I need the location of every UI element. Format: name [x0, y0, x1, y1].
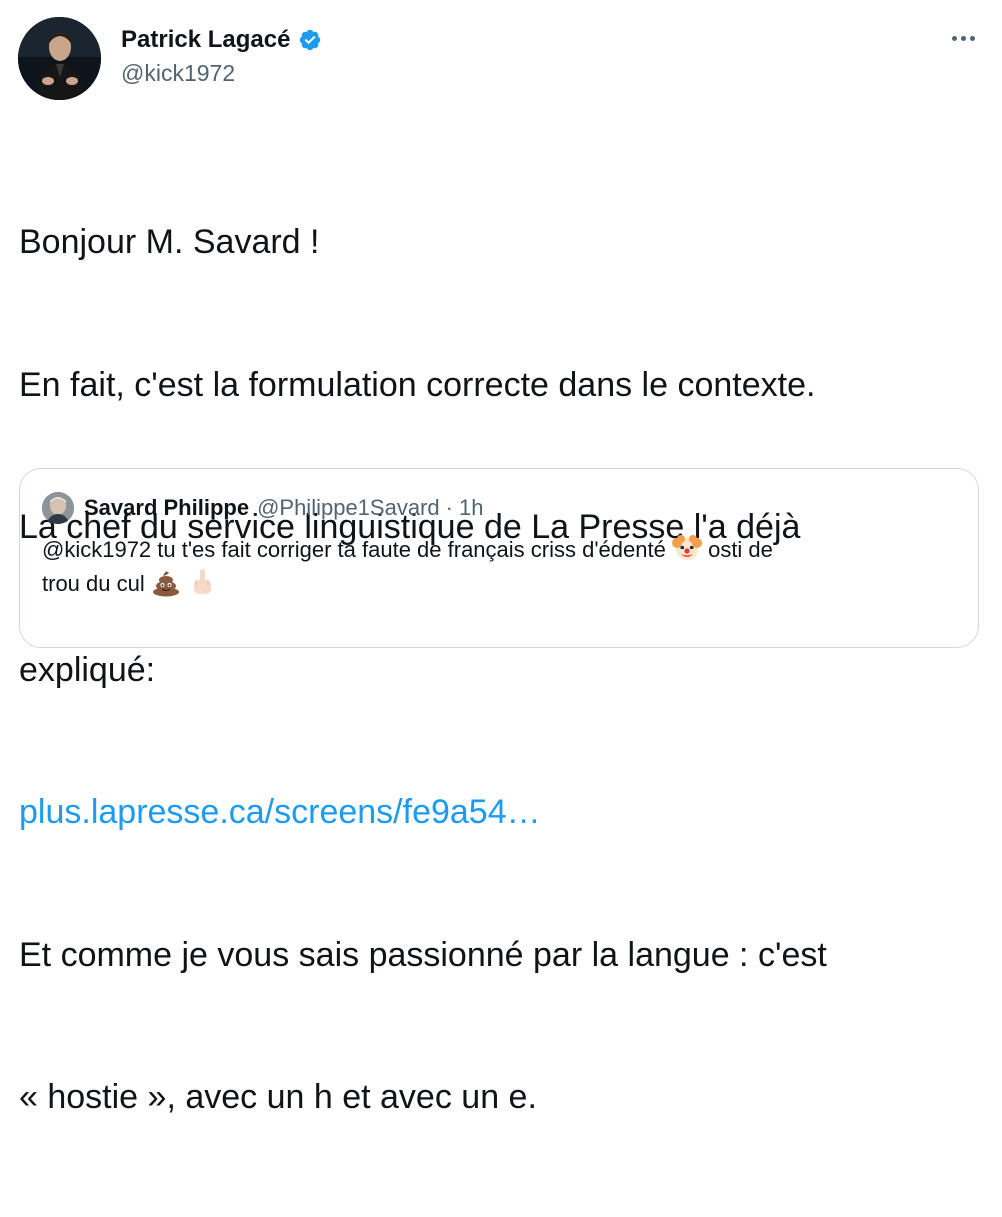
quoted-timestamp: 1h [458, 495, 484, 520]
author-name-row: Patrick Lagacé [121, 24, 322, 56]
quoted-author-handle: @Philippe1Savard [257, 495, 440, 520]
quoted-author-name: Savard Philippe [84, 495, 250, 520]
tweet-text-line: Bonjour M. Savard ! [19, 223, 320, 261]
author-handle[interactable]: @kick1972 [121, 60, 235, 87]
tweet-text-line: expliqué: [19, 650, 156, 689]
author-avatar[interactable] [18, 17, 101, 100]
quoted-text-part: trou du cul [42, 571, 145, 596]
tweet-text-line: En fait, c'est la formulation correcte d… [19, 365, 816, 404]
verified-badge-icon [298, 28, 322, 52]
clown-face-icon [671, 533, 702, 563]
quoted-text-part: osti de [708, 537, 773, 562]
middle-finger-icon [187, 567, 217, 597]
quoted-tweet-header: Savard Philippe @Philippe1Savard · 1h [42, 491, 483, 525]
more-dot [951, 35, 957, 41]
tweet-text-line: Et comme je vous sais passionné par la l… [19, 935, 827, 974]
more-dot [969, 35, 975, 41]
author-name[interactable]: Patrick Lagacé [121, 26, 290, 54]
tweet-text-line: « hostie », avec un h et avec un e. [19, 1078, 537, 1116]
quoted-tweet-text: @kick1972 tu t'es fait corriger ta faute… [42, 533, 942, 601]
more-dot [960, 35, 966, 41]
more-options-icon[interactable] [946, 26, 980, 50]
quoted-separator: · [445, 495, 453, 520]
pile-of-poo-icon [151, 567, 181, 597]
quoted-tweet-card[interactable]: Savard Philippe @Philippe1Savard · 1h @k… [19, 468, 979, 648]
quoted-text-part: @kick1972 tu t'es fait corriger ta faute… [42, 537, 666, 562]
tweet-text: Bonjour M. Savard ! En fait, c'est la fo… [19, 124, 984, 1217]
quoted-author-avatar [42, 492, 74, 524]
tweet-link[interactable]: plus.lapresse.ca/screens/fe9a54… [19, 793, 541, 831]
